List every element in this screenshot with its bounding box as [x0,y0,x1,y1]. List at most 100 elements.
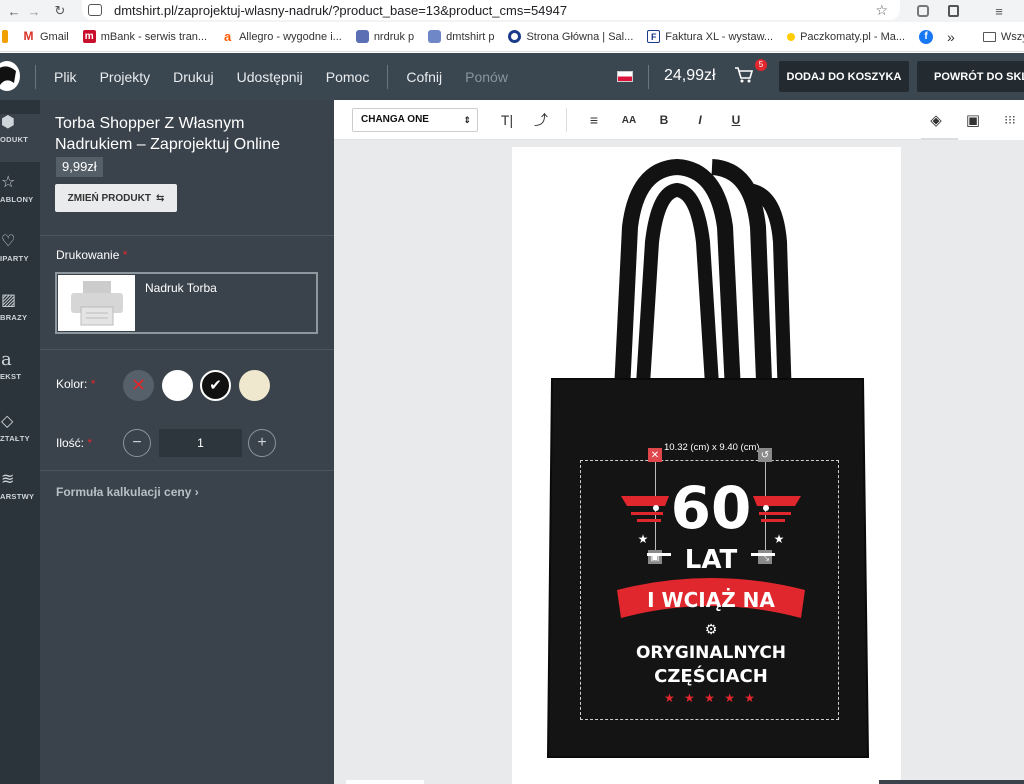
sidebar-item-produkt[interactable]: ⬢ ODUKT [0,114,40,162]
menu-projekty[interactable]: Projekty [100,69,151,85]
menu-udostepnij[interactable]: Udostępnij [237,69,303,85]
extension-icon[interactable] [914,0,932,22]
change-product-button[interactable]: ZMIEŃ PRODUKT ⇆ [55,184,177,212]
facebook-icon: f [919,29,934,44]
bookmark-dmtshirt[interactable]: dmtshirt p [428,30,494,43]
menu-pomoc[interactable]: Pomoc [326,69,370,85]
product-title: Torba Shopper Z Własnym Nadrukiem – Zapr… [55,115,280,153]
color-swatch-white[interactable] [162,370,193,401]
design-number: 60 [671,474,752,542]
bookmark-strona[interactable]: Strona Główna | Sal... [508,30,633,43]
bookmark-facebook[interactable]: f [919,29,934,44]
sidebar-item-szablony[interactable]: ☆ ABLONY [0,174,40,204]
design-canvas[interactable]: 10.32 (cm) x 9.40 (cm) ✕ ↺ ▣ ⤡ 60 ★ ★ LA… [334,140,1024,784]
sidebar-item-tekst[interactable]: a EKST [0,351,40,382]
color-clear-swatch[interactable]: ✕ [123,370,154,401]
bookmark-gmail[interactable]: M Gmail [22,30,69,43]
check-icon: ✔ [209,377,222,394]
sidebar-item-warstwy[interactable]: ≋ ARSTWY [0,471,40,501]
media-control-icon[interactable]: ≡ [990,0,1008,22]
folder-icon [982,31,996,42]
font-case-icon[interactable]: AA [618,100,640,140]
bookmark-overflow[interactable]: » [947,29,955,45]
quantity-input[interactable]: 1 [159,429,242,457]
bookmark-partial[interactable] [2,30,8,43]
bookmark-paczkomaty[interactable]: Paczkomaty.pl - Ma... [787,31,905,43]
circle-icon [508,30,522,43]
undo-button[interactable]: Cofnij [406,69,442,85]
quantity-label: Ilość: * [56,436,93,450]
all-bookmarks[interactable]: Wszystkie [982,31,1024,43]
back-to-shop-button[interactable]: POWRÓT DO SKL [917,61,1024,92]
fill-color-icon[interactable]: ◈ [924,100,948,140]
italic-button[interactable]: I [690,100,710,140]
cart-icon[interactable] [734,66,754,89]
diamond-icon: ◇ [1,413,14,430]
stroke-icon[interactable]: ▣ [961,100,985,140]
mbank-icon: m [82,30,96,43]
star-right-icon: ★ [774,532,785,546]
sidebar-item-obrazy[interactable]: ▨ BRAZY [0,292,40,322]
font-select[interactable]: CHANGA ONE ⇕ [352,108,478,132]
grid-icon[interactable]: ⁝⁝⁝ [998,100,1022,140]
chevron-right-icon: › [194,485,199,499]
design-line2: LAT [685,545,738,575]
star-icon: ☆ [1,174,16,191]
product-price: 9,99zł [56,157,103,177]
gear-icon: ⚙ [705,621,718,637]
poland-flag-icon[interactable] [617,71,633,82]
price-formula-link[interactable]: Formuła kalkulacji ceny › [56,485,199,499]
color-swatch-black[interactable]: ✔ [200,370,231,401]
rotate-handle-icon[interactable]: ↺ [758,448,772,462]
puzzle-extension-icon[interactable] [944,0,962,22]
gmail-icon: M [23,29,34,43]
design-banner: I WCIĄŻ NA [647,588,775,612]
bookmark-allegro[interactable]: a Allegro - wygodne i... [221,30,342,43]
paczkomaty-icon [787,32,796,41]
sidebar-item-ksztalty[interactable]: ◇ ZTAŁTY [0,413,40,443]
quantity-increase-button[interactable]: + [248,429,276,457]
text-size-icon[interactable]: T| [496,100,518,140]
sidebar-item-cliparty[interactable]: ♡ IPARTY [0,233,40,263]
color-swatch-cream[interactable] [239,370,270,401]
bookmarks-bar: M Gmail m mBank - serwis tran... a Allegro … [0,22,1024,52]
add-to-cart-button[interactable]: DODAJ DO KOSZYKA [779,61,909,92]
text-curve-icon[interactable]: ⤴ [530,100,552,140]
bookmark-nrdruk[interactable]: nrdruk p [355,30,414,43]
star-bookmark-icon[interactable]: ☆ [875,2,888,19]
align-center-icon[interactable]: ≡ [584,100,604,140]
select-arrows-icon: ⇕ [463,115,471,125]
dimension-label: 10.32 (cm) x 9.40 (cm) [664,442,760,453]
stars-row-icon: ★ ★ ★ ★ ★ [664,691,758,705]
cube-icon: ⬢ [1,114,15,131]
address-field[interactable]: dmtshirt.pl/zaprojektuj-wlasny-nadruk/?p… [82,0,900,20]
color-label: Kolor: * [56,377,96,391]
design-line5: CZĘŚCIACH [654,665,768,687]
forward-icon[interactable]: → [26,0,42,22]
reload-icon[interactable]: ↻ [52,0,68,22]
bookmark-faktura[interactable]: F Faktura XL - wystaw... [647,30,773,43]
star-left-icon: ★ [638,532,649,546]
logo-icon[interactable] [0,61,20,91]
redo-button[interactable]: Ponów [465,69,508,85]
delete-handle-icon[interactable]: ✕ [648,448,662,462]
printing-option[interactable]: Nadruk Torba [55,272,318,334]
browser-url-bar: ← → ↻ dmtshirt.pl/zaprojektuj-wlasny-nad… [0,0,1024,22]
cube-icon [355,30,369,43]
design-artwork: 60 ★ ★ LAT I WCIĄŻ NA ⚙ ORYGINALNYCH CZĘ… [617,474,805,705]
heart-icon: ♡ [1,233,16,250]
bold-button[interactable]: B [654,100,674,140]
site-info-icon[interactable] [88,4,102,16]
menu-plik[interactable]: Plik [54,69,77,85]
bookmark-mbank[interactable]: m mBank - serwis tran... [82,30,207,43]
app-top-bar: Plik Projekty Drukuj Udostępnij Pomoc Co… [0,53,1024,100]
quantity-decrease-button[interactable]: − [123,429,151,457]
swap-icon: ⇆ [155,192,165,204]
printing-label: Drukowanie * [56,248,128,262]
printer-icon [58,275,135,331]
back-icon[interactable]: ← [6,0,22,22]
underline-button[interactable]: U [726,100,746,140]
bookmark-icon [2,30,8,43]
menu-drukuj[interactable]: Drukuj [173,69,213,85]
sidebar-tools: ⬢ ODUKT ☆ ABLONY ♡ IPARTY ▨ BRAZY a EKST ◇ ZTA… [0,100,40,784]
